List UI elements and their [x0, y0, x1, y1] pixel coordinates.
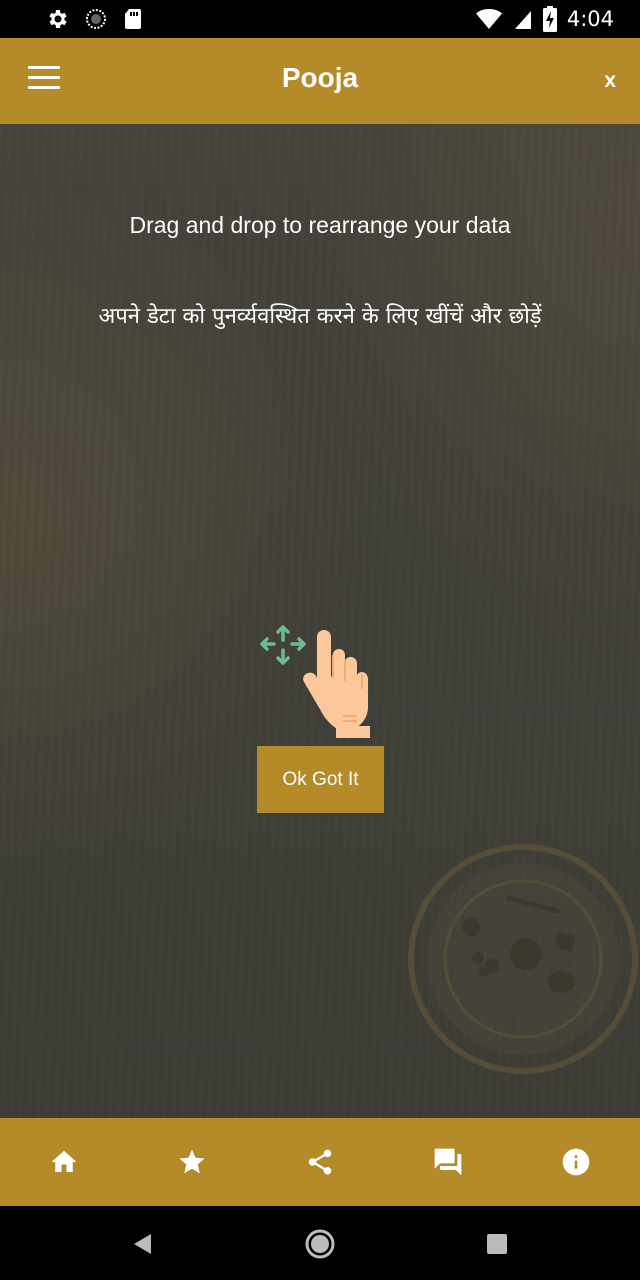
messages-icon[interactable] [428, 1142, 468, 1182]
status-left-icons [46, 7, 144, 31]
system-navigation-bar [0, 1206, 640, 1280]
wifi-icon [475, 9, 502, 29]
home-icon[interactable] [44, 1142, 84, 1182]
instruction-text-english: Drag and drop to rearrange your data [129, 212, 511, 238]
signal-icon [514, 11, 531, 29]
home-circle-icon[interactable] [304, 1228, 336, 1260]
ok-got-it-button[interactable]: Ok Got It [257, 746, 384, 813]
info-icon[interactable] [556, 1142, 596, 1182]
share-icon[interactable] [300, 1142, 340, 1182]
drag-hand-icon [260, 625, 370, 738]
close-button[interactable]: x [604, 69, 616, 93]
status-right-icons: 4:04 [475, 6, 614, 32]
status-time: 4:04 [566, 7, 614, 31]
move-arrows-icon [260, 625, 306, 665]
instruction-text-hindi: अपने डेटा को पुनर्व्यवस्थित करने के लिए … [98, 304, 542, 329]
app-bar: Pooja x [0, 38, 640, 124]
sync-icon [86, 9, 106, 29]
pooja-thali-decoration [408, 844, 638, 1074]
star-icon[interactable] [172, 1142, 212, 1182]
page-title: Pooja [281, 62, 359, 93]
recents-icon[interactable] [481, 1228, 513, 1260]
status-bar: 4:04 [0, 0, 640, 38]
tutorial-overlay: Drag and drop to rearrange your data अपन… [0, 124, 640, 1118]
settings-icon [49, 10, 67, 28]
back-icon[interactable] [126, 1228, 158, 1260]
bottom-navigation [0, 1118, 640, 1206]
hand-shape [303, 630, 370, 738]
sd-card-icon [125, 9, 141, 29]
battery-charging-icon [542, 6, 557, 32]
